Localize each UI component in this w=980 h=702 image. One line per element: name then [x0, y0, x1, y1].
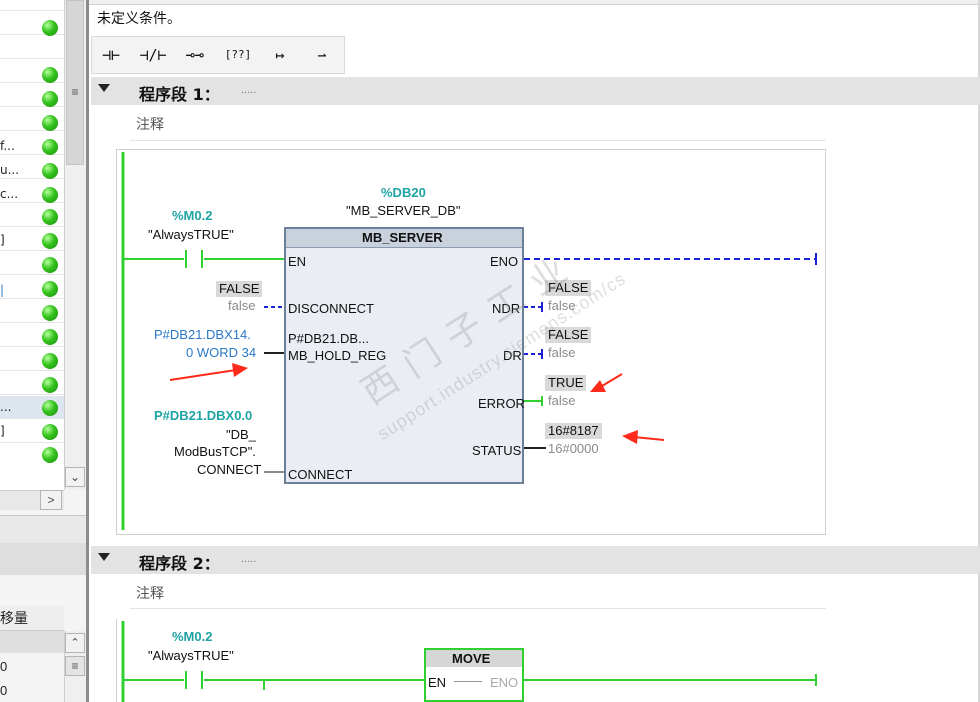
- annotation-arrow: [169, 363, 248, 381]
- pin-ndr: NDR: [492, 301, 521, 316]
- contact-symbol[interactable]: "AlwaysTRUE": [148, 648, 234, 663]
- connect-param[interactable]: ModBusTCP".: [174, 444, 256, 459]
- pin-mb-hold-reg: MB_HOLD_REG: [288, 348, 387, 363]
- pin-disconnect: DISCONNECT: [288, 301, 374, 316]
- network-2-title: 程序段 2：: [139, 554, 220, 573]
- network-2-comment[interactable]: 注释: [136, 583, 164, 603]
- pin-eno: ENO: [490, 254, 519, 269]
- ndr-live-value: false: [548, 298, 576, 313]
- disconnect-value[interactable]: FALSE: [216, 281, 263, 297]
- ndr-value[interactable]: FALSE: [545, 280, 592, 296]
- connect-param[interactable]: CONNECT: [197, 462, 261, 477]
- status-live-value: 16#0000: [548, 441, 599, 456]
- comment-separator: [130, 608, 826, 609]
- pin-dr: DR: [503, 348, 522, 363]
- pin-eno: ENO: [490, 675, 519, 690]
- instance-db-name[interactable]: "MB_SERVER_DB": [346, 203, 460, 218]
- connect-param[interactable]: "DB_: [226, 427, 256, 442]
- collapse-triangle-icon[interactable]: [98, 553, 110, 561]
- pin-en: EN: [428, 675, 447, 690]
- annotation-arrow: [590, 373, 623, 392]
- status-value[interactable]: 16#8187: [545, 423, 602, 439]
- pin-status: STATUS: [472, 443, 522, 458]
- pin-error: ERROR: [478, 396, 525, 411]
- disconnect-live-value: false: [228, 298, 256, 313]
- dr-value[interactable]: FALSE: [545, 327, 592, 343]
- error-value[interactable]: TRUE: [545, 375, 587, 391]
- pin-en: EN: [288, 254, 307, 269]
- connect-param-address[interactable]: P#DB21.DBX0.0: [154, 408, 252, 423]
- contact-address[interactable]: %M0.2: [172, 208, 212, 223]
- block-name: MOVE: [452, 651, 491, 666]
- block-name: MB_SERVER: [362, 230, 443, 245]
- network-2-title-placeholder[interactable]: .....: [241, 553, 256, 565]
- dr-live-value: false: [548, 345, 576, 360]
- internal-wire: [454, 681, 482, 682]
- instance-db-address[interactable]: %DB20: [381, 185, 426, 200]
- contact-symbol[interactable]: "AlwaysTRUE": [148, 227, 234, 242]
- network-2-header[interactable]: 程序段 2： .....: [91, 546, 980, 574]
- hold-reg-param[interactable]: 0 WORD 34: [186, 345, 256, 360]
- pin-connect: CONNECT: [288, 467, 353, 482]
- pin-hold-reg-value[interactable]: P#DB21.DB...: [288, 331, 369, 346]
- hold-reg-param[interactable]: P#DB21.DBX14.: [154, 327, 251, 342]
- error-live-value: false: [548, 393, 576, 408]
- annotation-arrow: [622, 430, 665, 444]
- contact-address[interactable]: %M0.2: [172, 629, 212, 644]
